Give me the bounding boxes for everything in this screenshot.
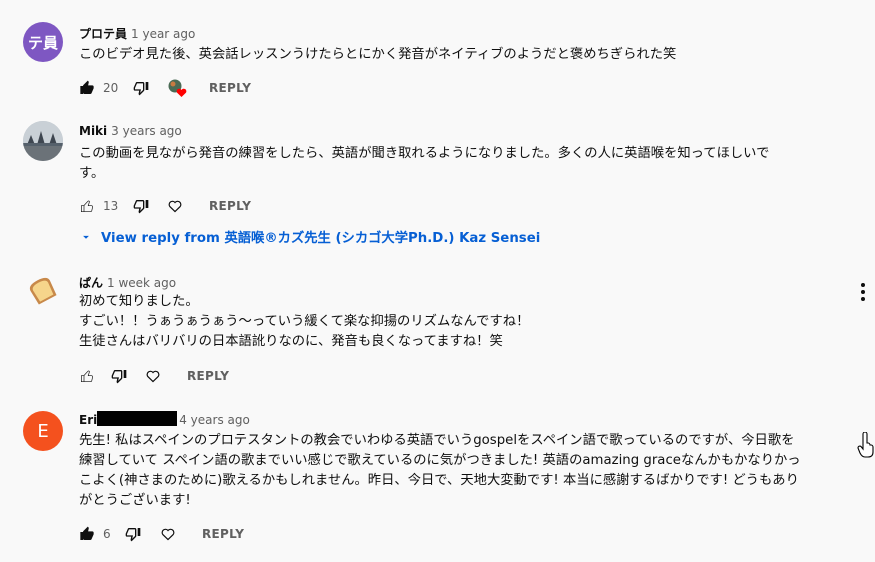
like-button[interactable] bbox=[79, 196, 95, 216]
comment-timestamp[interactable]: 4 years ago bbox=[179, 413, 250, 427]
like-count: 20 bbox=[103, 81, 119, 95]
comment-timestamp[interactable]: 1 year ago bbox=[131, 27, 195, 41]
avatar[interactable] bbox=[23, 271, 63, 311]
bread-icon bbox=[29, 277, 57, 305]
dislike-button[interactable] bbox=[133, 196, 149, 216]
heart-outline-icon bbox=[161, 528, 175, 541]
author-name[interactable]: Eri bbox=[79, 413, 97, 427]
heart-button[interactable] bbox=[145, 366, 161, 386]
reply-button[interactable]: REPLY bbox=[209, 78, 251, 98]
chevron-down-icon bbox=[83, 235, 89, 239]
author-name[interactable]: プロテ員 bbox=[79, 27, 127, 41]
thumbs-down-icon bbox=[133, 200, 149, 214]
like-button[interactable] bbox=[79, 78, 95, 98]
creator-heart[interactable] bbox=[167, 78, 187, 98]
like-button[interactable] bbox=[79, 366, 95, 386]
view-reply-button[interactable]: View reply from 英語喉®カズ先生 (シカゴ大学Ph.D.) Ka… bbox=[79, 227, 540, 246]
comment-text: 初めて知りました。 すごい！！うぁうぁうぁう〜っていう緩くて楽な抑揚のリズムなん… bbox=[79, 294, 530, 349]
comment-author[interactable]: ぱん 1 week ago bbox=[79, 274, 176, 291]
comment-text: この動画を見ながら発音の練習をしたら、英語が聞き取れるようになりました。多くの人… bbox=[79, 146, 770, 181]
reply-button[interactable]: REPLY bbox=[187, 366, 229, 386]
heart-outline-icon bbox=[168, 200, 182, 213]
thumbs-up-icon bbox=[81, 200, 94, 212]
comment-text: このビデオ見た後、英会話レッスンうけたらとにかく発音がネイティブのようだと褒めち… bbox=[79, 47, 677, 62]
redaction-box bbox=[97, 411, 178, 426]
avatar[interactable]: E bbox=[23, 411, 63, 451]
thumbs-down-icon bbox=[133, 82, 149, 96]
heart-button[interactable] bbox=[160, 524, 176, 544]
reply-button[interactable]: REPLY bbox=[209, 196, 251, 216]
avatar-initials: テ員 bbox=[27, 33, 58, 52]
thumbs-up-icon bbox=[81, 370, 94, 382]
comment-timestamp[interactable]: 3 years ago bbox=[111, 124, 182, 138]
reply-button[interactable]: REPLY bbox=[202, 524, 244, 544]
heart-outline-icon bbox=[146, 370, 160, 383]
dislike-button[interactable] bbox=[133, 78, 149, 98]
avatar-photo bbox=[23, 121, 63, 161]
dislike-button[interactable] bbox=[111, 366, 127, 386]
view-reply-label: View reply from 英語喉®カズ先生 (シカゴ大学Ph.D.) Ka… bbox=[101, 231, 541, 246]
dislike-button[interactable] bbox=[125, 524, 141, 544]
thumbs-down-icon bbox=[125, 528, 141, 542]
comment-timestamp[interactable]: 1 week ago bbox=[107, 276, 176, 290]
avatar[interactable] bbox=[23, 121, 63, 161]
comment-author[interactable]: Miki 3 years ago bbox=[79, 124, 182, 138]
thumbs-up-icon bbox=[80, 80, 94, 94]
comment-text: 先生! 私はスペインのプロテスタントの教会でいわゆる英語でいうgospelをスペ… bbox=[79, 433, 801, 508]
hand-cursor-icon bbox=[857, 432, 874, 458]
comment-author[interactable]: プロテ員 1 year ago bbox=[79, 25, 195, 42]
avatar-initials: E bbox=[37, 420, 49, 442]
like-count: 6 bbox=[103, 527, 111, 541]
more-actions-icon[interactable] bbox=[858, 283, 868, 301]
author-name[interactable]: Miki bbox=[79, 124, 107, 138]
author-name[interactable]: ぱん bbox=[79, 276, 103, 290]
comment-author[interactable]: Eri 4 years ago bbox=[79, 411, 250, 427]
heart-button[interactable] bbox=[167, 196, 183, 216]
creator-heart-icon bbox=[168, 79, 187, 97]
like-button[interactable] bbox=[79, 524, 95, 544]
like-count: 13 bbox=[103, 199, 119, 213]
avatar[interactable]: テ員 bbox=[23, 22, 63, 62]
thumbs-up-icon bbox=[80, 526, 94, 540]
thumbs-down-icon bbox=[111, 370, 127, 384]
